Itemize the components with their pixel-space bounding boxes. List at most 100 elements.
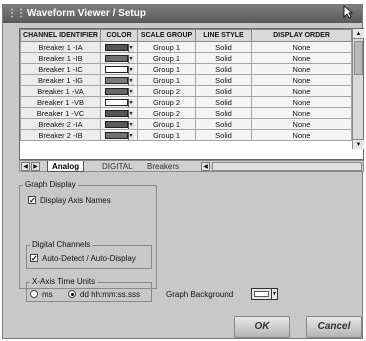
color-cell[interactable]: ▼ — [100, 74, 138, 86]
line-style-cell[interactable]: Solid — [195, 52, 252, 64]
tab-breakers[interactable]: Breakers — [143, 161, 183, 172]
color-cell[interactable]: ▼ — [100, 63, 138, 75]
color-cell[interactable]: ▼ — [100, 107, 138, 119]
line-style-cell[interactable]: Solid — [195, 129, 252, 141]
column-header[interactable]: LINE STYLE — [195, 29, 252, 42]
channel-identifier-cell: Breaker 1 -IG — [20, 74, 101, 86]
color-dropdown-icon[interactable]: ▼ — [127, 131, 134, 140]
color-dropdown-icon[interactable]: ▼ — [127, 54, 134, 63]
channel-identifier-cell: Breaker 1 -VC — [20, 107, 101, 119]
mouse-cursor-icon — [343, 5, 353, 19]
table-row[interactable]: Breaker 2 -IA ▼ Group 1 Solid None — [20, 118, 352, 130]
color-dropdown-icon[interactable]: ▼ — [127, 43, 134, 52]
table-row[interactable]: Breaker 1 -VA ▼ Group 2 Solid None — [20, 85, 352, 97]
time-unit-ms-label: ms — [42, 290, 53, 299]
display-order-cell[interactable]: None — [251, 74, 352, 86]
table-row[interactable]: Breaker 2 -IB ▼ Group 1 Solid None — [20, 129, 352, 141]
color-swatch — [104, 121, 128, 128]
scroll-up-icon[interactable]: ▲ — [353, 29, 364, 39]
scale-group-cell[interactable]: Group 2 — [137, 96, 196, 108]
color-dropdown-icon[interactable]: ▼ — [127, 65, 134, 74]
color-cell[interactable]: ▼ — [100, 96, 138, 108]
display-order-cell[interactable]: None — [251, 129, 352, 141]
display-order-cell[interactable]: None — [251, 107, 352, 119]
display-order-cell[interactable]: None — [251, 85, 352, 97]
column-header[interactable]: SCALE GROUP — [137, 29, 196, 42]
table-row[interactable]: Breaker 1 -VC ▼ Group 2 Solid None — [20, 107, 352, 119]
color-dropdown-icon[interactable]: ▼ — [127, 98, 134, 107]
display-order-cell[interactable]: None — [251, 52, 352, 64]
display-order-cell[interactable]: None — [251, 118, 352, 130]
display-order-cell[interactable]: None — [251, 96, 352, 108]
display-axis-names-checkbox[interactable]: ✓ — [28, 196, 36, 205]
graph-background-swatch — [254, 291, 269, 297]
table-row[interactable]: Breaker 1 -IG ▼ Group 1 Solid None — [20, 74, 352, 86]
time-unit-ddhhmmss-radio[interactable] — [68, 290, 76, 298]
column-header[interactable]: CHANNEL IDENTIFIER — [20, 29, 101, 42]
scale-group-cell[interactable]: Group 1 — [137, 74, 196, 86]
line-style-cell[interactable]: Solid — [195, 74, 252, 86]
scale-group-cell[interactable]: Group 2 — [137, 107, 196, 119]
tab-scroll-right-icon[interactable]: ▶ — [31, 162, 40, 171]
digital-channels-label: Digital Channels — [30, 240, 93, 249]
scale-group-cell[interactable]: Group 1 — [137, 52, 196, 64]
line-style-cell[interactable]: Solid — [195, 107, 252, 119]
display-order-cell[interactable]: None — [251, 41, 352, 53]
color-cell[interactable]: ▼ — [100, 129, 138, 141]
channel-identifier-cell: Breaker 1 -IB — [20, 52, 101, 64]
auto-detect-checkbox[interactable]: ✓ — [30, 254, 38, 263]
channel-grid[interactable]: CHANNEL IDENTIFIER COLOR SCALE GROUP LIN… — [19, 28, 364, 160]
line-style-cell[interactable]: Solid — [195, 96, 252, 108]
column-header[interactable]: COLOR — [100, 29, 138, 42]
line-style-cell[interactable]: Solid — [195, 41, 252, 53]
line-style-cell[interactable]: Solid — [195, 118, 252, 130]
grid-vertical-scrollbar[interactable]: ▲ ▼ — [352, 29, 364, 149]
graph-background-color-picker[interactable]: ▼ — [251, 288, 278, 300]
line-style-cell[interactable]: Solid — [195, 85, 252, 97]
line-style-cell[interactable]: Solid — [195, 63, 252, 75]
channel-identifier-cell: Breaker 1 -VB — [20, 96, 101, 108]
scroll-down-icon[interactable]: ▼ — [353, 139, 364, 149]
grid-horizontal-scrollbar[interactable] — [212, 162, 362, 171]
color-cell[interactable]: ▼ — [100, 41, 138, 53]
display-order-cell[interactable]: None — [251, 63, 352, 75]
color-dropdown-icon[interactable]: ▼ — [127, 76, 134, 85]
channel-identifier-cell: Breaker 1 -IC — [20, 63, 101, 75]
color-swatch — [104, 66, 128, 73]
title-bar[interactable]: ⋮⋮ Waveform Viewer / Setup — [3, 5, 362, 23]
table-row[interactable]: Breaker 1 -IA ▼ Group 1 Solid None — [20, 41, 352, 53]
color-dropdown-icon[interactable]: ▼ — [127, 87, 134, 96]
tab-scroll-left-icon[interactable]: ◀ — [21, 162, 30, 171]
table-row[interactable]: Breaker 1 -IB ▼ Group 1 Solid None — [20, 52, 352, 64]
ok-button[interactable]: OK — [234, 316, 290, 338]
color-swatch — [104, 55, 128, 62]
graph-background-label: Graph Background — [166, 290, 234, 299]
cancel-button[interactable]: Cancel — [306, 316, 362, 338]
color-swatch — [104, 77, 128, 84]
scale-group-cell[interactable]: Group 1 — [137, 129, 196, 141]
tab-hscroll-left-icon[interactable]: ◀ — [201, 162, 210, 171]
color-cell[interactable]: ▼ — [100, 118, 138, 130]
scale-group-cell[interactable]: Group 2 — [137, 85, 196, 97]
color-swatch — [104, 88, 128, 95]
tab-digital[interactable]: DIGITAL — [98, 161, 137, 172]
table-row[interactable]: Breaker 1 -VB ▼ Group 2 Solid None — [20, 96, 352, 108]
color-swatch — [104, 132, 128, 139]
scale-group-cell[interactable]: Group 1 — [137, 118, 196, 130]
channel-identifier-cell: Breaker 2 -IB — [20, 129, 101, 141]
color-dropdown-icon[interactable]: ▼ — [127, 109, 134, 118]
channel-table: CHANNEL IDENTIFIER COLOR SCALE GROUP LIN… — [20, 29, 352, 141]
time-unit-ms-radio[interactable] — [30, 290, 38, 298]
table-row[interactable]: Breaker 1 -IC ▼ Group 1 Solid None — [20, 63, 352, 75]
scale-group-cell[interactable]: Group 1 — [137, 41, 196, 53]
color-cell[interactable]: ▼ — [100, 85, 138, 97]
grid-header-row: CHANNEL IDENTIFIER COLOR SCALE GROUP LIN… — [20, 29, 352, 42]
color-dropdown-icon[interactable]: ▼ — [127, 120, 134, 129]
scale-group-cell[interactable]: Group 1 — [137, 63, 196, 75]
color-dropdown-icon: ▼ — [271, 289, 277, 299]
color-cell[interactable]: ▼ — [100, 52, 138, 64]
column-header[interactable]: DISPLAY ORDER — [251, 29, 352, 42]
display-axis-names-label: Display Axis Names — [40, 196, 111, 205]
scroll-thumb[interactable] — [354, 41, 363, 75]
tab-analog[interactable]: Analog — [47, 161, 85, 172]
